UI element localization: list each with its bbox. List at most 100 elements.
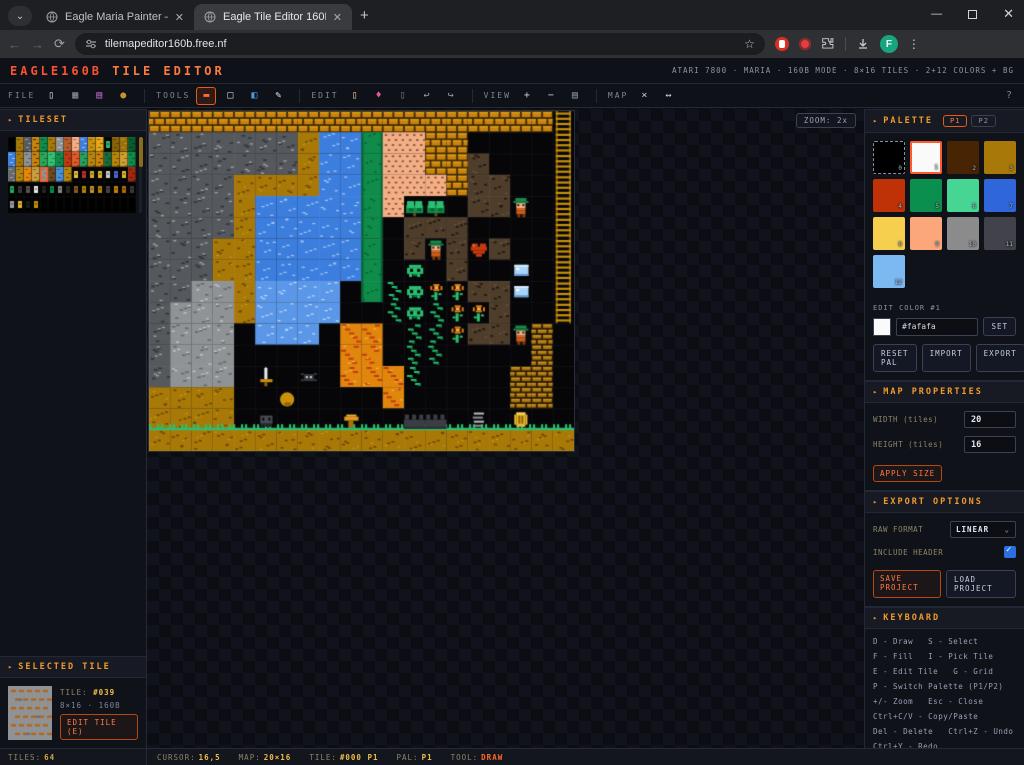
palette-swatch-4[interactable]: 4 bbox=[873, 179, 905, 212]
redo-icon[interactable]: ↪ bbox=[441, 87, 461, 105]
set-color-button[interactable]: SET bbox=[983, 317, 1016, 336]
forward-icon[interactable]: → bbox=[31, 37, 44, 52]
window-maximize-button[interactable] bbox=[968, 10, 977, 19]
tile-editor-app: EAGLE160B TILE EDITOR ATARI 7800 · MARIA… bbox=[0, 58, 1024, 765]
palette-swatch-10[interactable]: 10 bbox=[947, 217, 979, 250]
browser-tab-1[interactable]: Eagle Maria Painter — Atari 78 ✕ bbox=[36, 4, 194, 30]
open-icon[interactable]: ● bbox=[113, 87, 133, 105]
selected-tile-section-header[interactable]: ▸ SELECTED TILE bbox=[0, 656, 146, 678]
palette-swatch-5[interactable]: 5 bbox=[910, 179, 942, 212]
fill-tool-icon[interactable]: ◧ bbox=[244, 87, 264, 105]
palette-p1-button[interactable]: P1 bbox=[943, 115, 967, 127]
undo-icon[interactable]: ↩ bbox=[417, 87, 437, 105]
tileset-grid-icon[interactable]: ▦ bbox=[65, 87, 85, 105]
new-tab-button[interactable]: + bbox=[360, 7, 369, 24]
map-height-input[interactable]: 16 bbox=[964, 436, 1016, 453]
save-icon[interactable]: ▤ bbox=[89, 87, 109, 105]
selected-tile-meta: 8×16 · 160B bbox=[60, 701, 138, 710]
keyboard-section-header[interactable]: ▸ KEYBOARD bbox=[865, 607, 1024, 629]
downloads-icon[interactable] bbox=[856, 37, 870, 51]
grid-toggle-icon[interactable]: ▤ bbox=[565, 87, 585, 105]
include-header-checkbox[interactable] bbox=[1004, 546, 1016, 558]
tileset-grid[interactable] bbox=[8, 137, 136, 213]
hardware-specs: ATARI 7800 · MARIA · 160B MODE · 8×16 TI… bbox=[672, 66, 1014, 75]
browser-chrome: ⌄ Eagle Maria Painter — Atari 78 ✕ Eagle… bbox=[0, 0, 1024, 58]
triangle-icon: ▸ bbox=[873, 117, 877, 125]
palette-swatch-0[interactable]: 0 bbox=[873, 141, 905, 174]
tab-title: Eagle Tile Editor 160B bbox=[223, 11, 326, 23]
select-tool-icon[interactable]: □ bbox=[220, 87, 240, 105]
clear-map-icon[interactable]: × bbox=[634, 87, 654, 105]
address-bar[interactable]: tilemapeditor160b.free.nf ☆ bbox=[75, 33, 765, 55]
new-file-icon[interactable]: ▯ bbox=[41, 87, 61, 105]
load-project-button[interactable]: LOAD PROJECT bbox=[946, 570, 1016, 598]
edit-tile-button[interactable]: EDIT TILE (E) bbox=[60, 714, 138, 740]
palette-swatch-8[interactable]: 8 bbox=[873, 217, 905, 250]
toolbar-label: FILE bbox=[8, 91, 35, 100]
bookmark-star-icon[interactable]: ☆ bbox=[744, 37, 755, 51]
hex-color-input[interactable] bbox=[896, 318, 978, 336]
paste-icon[interactable]: ▯ bbox=[345, 87, 365, 105]
keyboard-shortcut-line: F - Fill I - Pick Tile bbox=[873, 652, 1016, 661]
recording-indicator-icon[interactable] bbox=[799, 38, 811, 50]
extension-icon-red[interactable] bbox=[775, 37, 789, 51]
refresh-icon[interactable]: ⟳ bbox=[54, 36, 65, 52]
map-properties-section-header[interactable]: ▸ MAP PROPERTIES bbox=[865, 381, 1024, 403]
keyboard-shortcut-line: Del - Delete Ctrl+Z - Undo bbox=[873, 727, 1016, 736]
profile-avatar[interactable]: F bbox=[880, 35, 898, 53]
resize-map-icon[interactable]: ↔ bbox=[658, 87, 678, 105]
draw-tool-icon[interactable]: ▬ bbox=[196, 87, 216, 105]
palette-swatch-3[interactable]: 3 bbox=[984, 141, 1016, 174]
edit-color-label: EDIT COLOR #1 bbox=[873, 304, 1016, 312]
apply-size-button[interactable]: APPLY SIZE bbox=[873, 465, 942, 482]
save-project-button[interactable]: SAVE PROJECT bbox=[873, 570, 941, 598]
palette-swatch-6[interactable]: 6 bbox=[947, 179, 979, 212]
status-tool: TOOL:DRAW bbox=[451, 753, 504, 762]
zoom-in-icon[interactable]: + bbox=[517, 87, 537, 105]
palette-swatch-11[interactable]: 11 bbox=[984, 217, 1016, 250]
help-button[interactable]: ? bbox=[1006, 90, 1016, 101]
window-minimize-button[interactable]: — bbox=[931, 8, 942, 20]
export-options-title: EXPORT OPTIONS bbox=[883, 497, 983, 507]
map-canvas[interactable] bbox=[149, 111, 574, 451]
zoom-out-icon[interactable]: − bbox=[541, 87, 561, 105]
import-palette-button[interactable]: IMPORT bbox=[922, 344, 971, 372]
selected-tile-id: TILE: #039 bbox=[60, 688, 138, 697]
browser-navbar: ← → ⟳ tilemapeditor160b.free.nf ☆ F ⋮ bbox=[0, 30, 1024, 58]
reset-palette-button[interactable]: RESET PAL bbox=[873, 344, 917, 372]
palette-swatch-7[interactable]: 7 bbox=[984, 179, 1016, 212]
palette-title: PALETTE bbox=[883, 116, 933, 126]
edit-color-chip[interactable] bbox=[873, 318, 891, 336]
status-bar: TILES:64 CURSOR:16,5MAP:20×16TILE:#000 P… bbox=[0, 748, 1024, 765]
tab-close-icon[interactable]: ✕ bbox=[175, 11, 184, 24]
keyboard-shortcuts: D - Draw S - SelectF - Fill I - Pick Til… bbox=[865, 629, 1024, 748]
status-tile: TILE:#000 P1 bbox=[309, 753, 378, 762]
triangle-icon: ▸ bbox=[8, 116, 12, 124]
raw-format-select[interactable]: LINEAR ⌄ bbox=[950, 521, 1016, 538]
pin-icon[interactable]: ♦ bbox=[369, 87, 389, 105]
export-palette-button[interactable]: EXPORT bbox=[976, 344, 1024, 372]
palette-section-header[interactable]: ▸ PALETTE P1 P2 bbox=[865, 109, 1024, 133]
triangle-icon: ▸ bbox=[8, 663, 12, 671]
palette-swatch-1[interactable]: 1 bbox=[910, 141, 942, 174]
tab-search-button[interactable]: ⌄ bbox=[8, 6, 32, 26]
window-close-button[interactable]: ✕ bbox=[1003, 6, 1014, 22]
site-settings-icon[interactable] bbox=[85, 38, 97, 50]
palette-swatches: 0123456789101112 bbox=[873, 141, 1016, 288]
palette-swatch-2[interactable]: 2 bbox=[947, 141, 979, 174]
browser-tab-2-active[interactable]: Eagle Tile Editor 160B ✕ bbox=[194, 4, 352, 30]
browser-menu-icon[interactable]: ⋮ bbox=[908, 37, 920, 51]
palette-swatch-12[interactable]: 12 bbox=[873, 255, 905, 288]
tileset-section-header[interactable]: ▸ TILESET bbox=[0, 109, 146, 131]
palette-p2-button[interactable]: P2 bbox=[971, 115, 995, 127]
trash-icon[interactable]: ▯ bbox=[393, 87, 413, 105]
tab-close-icon[interactable]: ✕ bbox=[333, 11, 342, 24]
toolbar-group-edit: EDIT▯♦▯↩↪ bbox=[311, 87, 460, 105]
tileset-scrollbar[interactable] bbox=[139, 137, 142, 213]
palette-swatch-9[interactable]: 9 bbox=[910, 217, 942, 250]
map-width-input[interactable]: 20 bbox=[964, 411, 1016, 428]
brush-tool-icon[interactable]: ✎ bbox=[268, 87, 288, 105]
back-icon[interactable]: ← bbox=[8, 37, 21, 52]
extensions-puzzle-icon[interactable] bbox=[821, 37, 835, 51]
export-options-section-header[interactable]: ▸ EXPORT OPTIONS bbox=[865, 491, 1024, 513]
